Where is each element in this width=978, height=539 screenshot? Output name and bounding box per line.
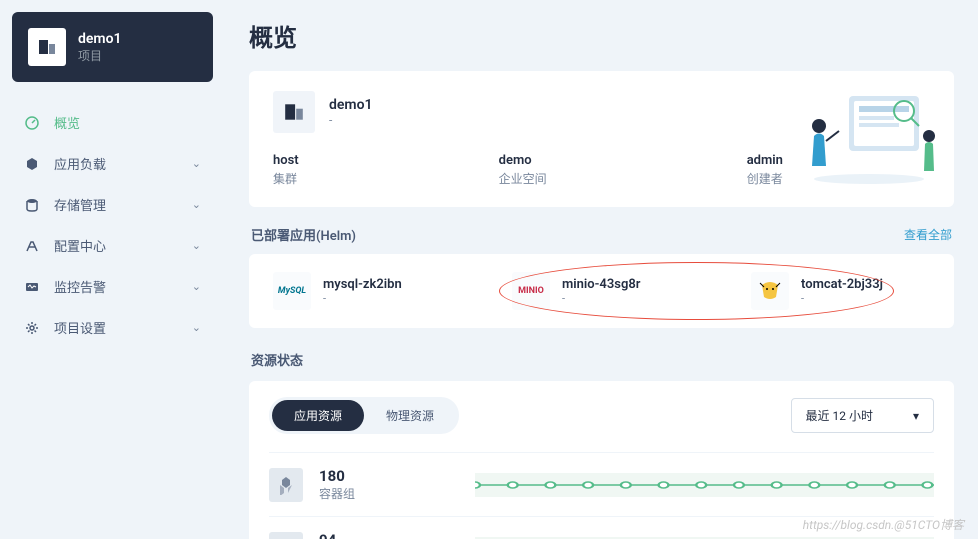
project-info-icon [273,91,315,133]
info-sub: - [329,113,373,127]
resource-row-pods[interactable]: 180 容器组 [269,452,934,516]
mysql-icon: MySQL [273,272,311,310]
tab-app-resources[interactable]: 应用资源 [272,400,364,431]
workload-icon [24,156,40,172]
config-icon [24,238,40,254]
watermark: https://blog.csdn.@51CTO博客 [803,516,964,533]
view-all-link[interactable]: 查看全部 [904,226,952,243]
caret-down-icon: ▾ [913,409,919,423]
app-item-mysql[interactable]: MySQL mysql-zk2ibn - [273,272,452,310]
chevron-down-icon: ⌄ [192,280,201,293]
time-range-select[interactable]: 最近 12 小时 ▾ [791,398,934,433]
meta-cluster: host 集群 [273,153,299,187]
tab-physical-resources[interactable]: 物理资源 [364,400,456,431]
meta-creator: admin 创建者 [747,153,783,187]
nav-workload[interactable]: 应用负载 ⌄ [12,143,213,184]
status-section-title: 资源状态 [249,350,954,369]
deployed-apps-card: MySQL mysql-zk2ibn - MINIO minio-43sg8r … [249,254,954,328]
sparkline-pods [475,473,934,497]
nav-storage[interactable]: 存储管理 ⌄ [12,184,213,225]
meta-workspace: demo 企业空间 [499,153,547,187]
illustration [794,81,944,191]
nav-config[interactable]: 配置中心 ⌄ [12,225,213,266]
chevron-down-icon: ⌄ [192,157,201,170]
tomcat-icon [751,272,789,310]
nav-overview[interactable]: 概览 [12,102,213,143]
project-info-card: demo1 - host 集群 demo 企业空间 admin 创建者 [249,71,954,207]
sidebar-nav: 概览 应用负载 ⌄ 存储管理 ⌄ 配置中心 ⌄ 监控告警 ⌄ 项目设置 ⌄ [12,102,213,348]
pods-icon [269,468,303,502]
project-type: 项目 [78,47,122,64]
chevron-down-icon: ⌄ [192,321,201,334]
monitor-icon [24,279,40,295]
minio-icon: MINIO [512,272,550,310]
chevron-down-icon: ⌄ [192,198,201,211]
page-title: 概览 [249,18,954,53]
resource-tabs: 应用资源 物理资源 [269,397,459,434]
settings-icon [24,320,40,336]
app-item-tomcat[interactable]: tomcat-2bj33j - [751,272,930,310]
nav-settings[interactable]: 项目设置 ⌄ [12,307,213,348]
apps-section-title: 已部署应用(Helm) [251,225,356,244]
app-item-minio[interactable]: MINIO minio-43sg8r - [512,272,691,310]
dashboard-icon [24,115,40,131]
project-name: demo1 [78,31,122,47]
info-name: demo1 [329,97,373,113]
chevron-down-icon: ⌄ [192,239,201,252]
nav-monitor[interactable]: 监控告警 ⌄ [12,266,213,307]
deployments-icon [269,532,303,539]
project-card[interactable]: demo1 项目 [12,12,213,82]
storage-icon [24,197,40,213]
project-icon [28,28,66,66]
